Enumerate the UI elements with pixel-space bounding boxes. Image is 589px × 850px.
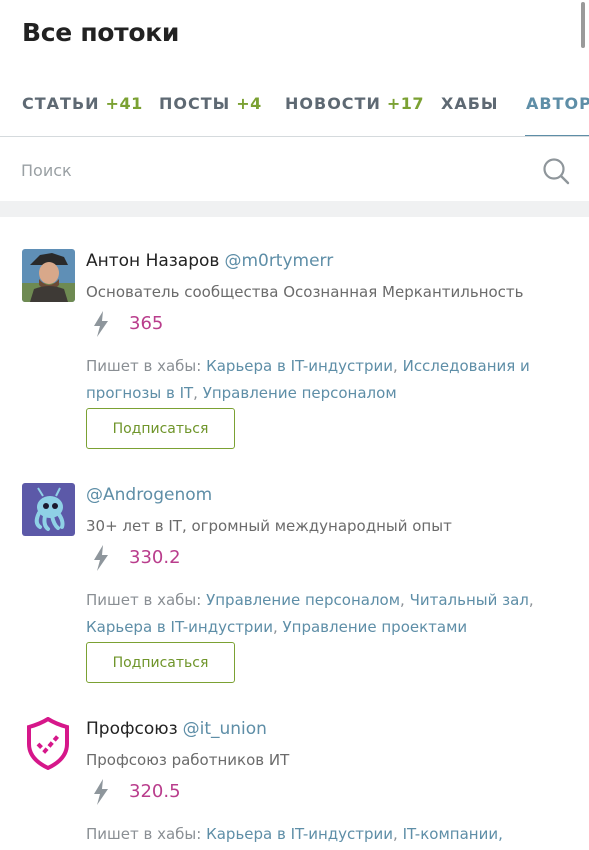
tab-label: ПОСТЫ (159, 94, 231, 113)
hubs-label: Пишет в хабы: (86, 591, 202, 609)
author-name-line: Профсоюз @it_union (86, 719, 267, 739)
hub-link[interactable]: Управление проектами (283, 618, 468, 636)
search-input[interactable] (19, 155, 523, 185)
hub-link[interactable]: Карьера в IT-индустрии (206, 357, 393, 375)
author-hubs: Пишет в хабы: Карьера в IT-индустрии, Ис… (86, 357, 530, 402)
tab-hubs[interactable]: ХАБЫ (441, 94, 499, 113)
author-fullname[interactable]: Антон Назаров (86, 251, 219, 271)
tab-label: НОВОСТИ (285, 94, 381, 113)
author-nickname[interactable]: @Androgenom (86, 485, 212, 505)
author-nickname[interactable]: @m0rtymerr (224, 251, 333, 271)
scrollbar[interactable] (581, 2, 585, 48)
tab-authors[interactable]: АВТОРЫ (526, 94, 589, 113)
avatar[interactable] (22, 249, 75, 302)
lightning-icon (94, 311, 108, 337)
section-divider (0, 201, 589, 217)
tab-label: ХАБЫ (441, 94, 499, 113)
hub-link[interactable]: IT-компании, (403, 825, 503, 843)
author-karma: 330.2 (129, 547, 181, 568)
hub-link[interactable]: Карьера в IT-индустрии (86, 618, 273, 636)
lightning-icon (94, 545, 108, 571)
avatar[interactable] (22, 717, 75, 770)
author-name-line: Антон Назаров @m0rtymerr (86, 251, 333, 271)
hub-link[interactable]: Управление персоналом (203, 384, 397, 402)
author-name-line: @Androgenom (86, 485, 212, 505)
avatar[interactable] (22, 483, 75, 536)
tab-label: СТАТЬИ (22, 94, 100, 113)
search-bar (0, 137, 589, 201)
hub-link[interactable]: Управление персоналом (206, 591, 400, 609)
tab-count: +41 (105, 94, 143, 113)
feed-tabs: СТАТЬИ +41 ПОСТЫ +4 НОВОСТИ +17 ХАБЫ АВТОРЫ (0, 84, 589, 137)
tab-posts[interactable]: ПОСТЫ +4 (159, 94, 262, 113)
tab-articles[interactable]: СТАТЬИ +41 (22, 94, 143, 113)
subscribe-button[interactable]: Подписаться (86, 642, 235, 683)
author-hubs: Пишет в хабы: Управление персоналом, Чит… (86, 591, 534, 636)
union-shield-icon (27, 717, 69, 770)
author-specialization: Профсоюз работников ИТ (86, 751, 290, 769)
search-icon[interactable] (541, 156, 571, 186)
hub-link[interactable]: Карьера в IT-индустрии (206, 825, 393, 843)
tab-label: АВТОРЫ (526, 94, 589, 113)
tab-count: +17 (386, 94, 425, 113)
author-nickname[interactable]: @it_union (183, 719, 267, 739)
hubs-label: Пишет в хабы: (86, 357, 202, 375)
subscribe-button[interactable]: Подписаться (86, 408, 235, 449)
author-karma: 320.5 (129, 781, 181, 802)
author-specialization: 30+ лет в IT, огромный международный опы… (86, 517, 452, 535)
author-fullname[interactable]: Профсоюз (86, 719, 178, 739)
author-karma: 365 (129, 313, 164, 334)
hub-link[interactable]: Читальный зал (410, 591, 529, 609)
author-specialization: Основатель сообщества Осознанная Меркант… (86, 283, 524, 301)
hubs-label: Пишет в хабы: (86, 825, 202, 843)
tab-news[interactable]: НОВОСТИ +17 (285, 94, 424, 113)
tab-count: +4 (236, 94, 262, 113)
lightning-icon (94, 779, 108, 805)
page-title: Все потоки (22, 18, 180, 47)
author-hubs: Пишет в хабы: Карьера в IT-индустрии, IT… (86, 825, 503, 843)
